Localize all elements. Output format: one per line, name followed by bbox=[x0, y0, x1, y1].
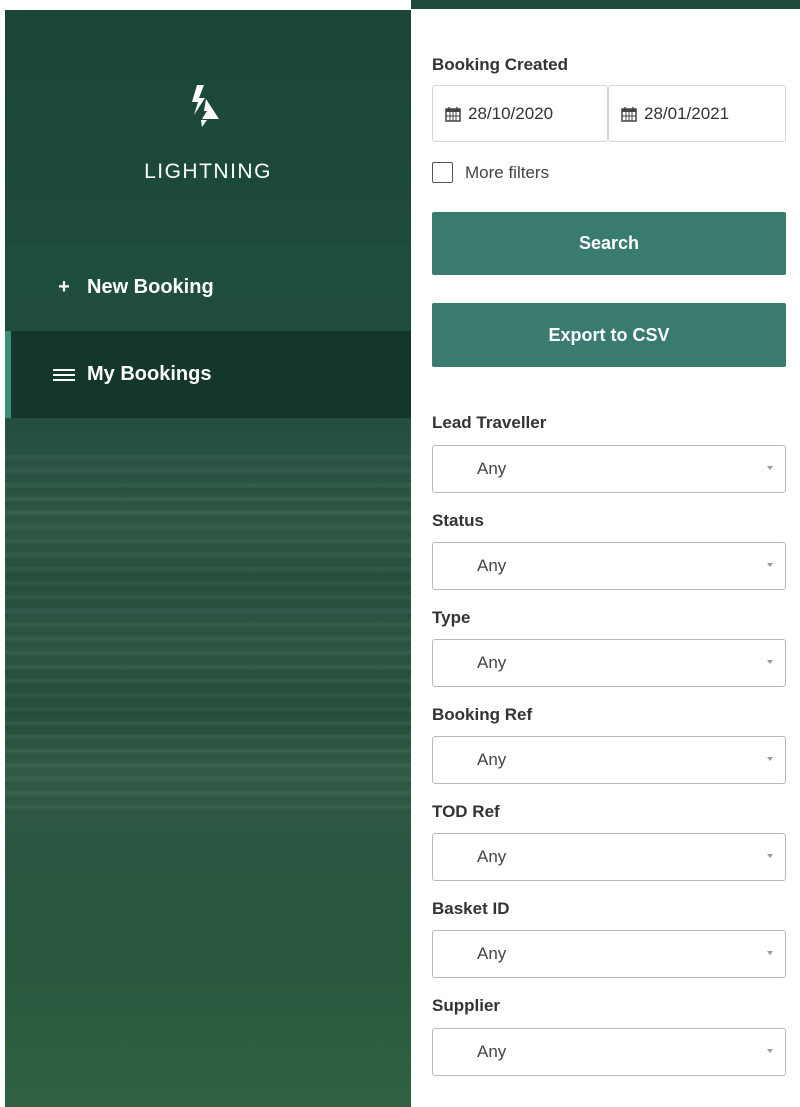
nav-my-bookings[interactable]: My Bookings bbox=[5, 331, 411, 418]
filter-panel: Booking Created 28/10/2020 28/01/2021 Mo… bbox=[411, 0, 800, 1107]
lightning-logo-icon bbox=[190, 85, 220, 127]
date-from-value: 28/10/2020 bbox=[468, 103, 554, 123]
list-icon bbox=[53, 368, 75, 382]
chevron-down-icon bbox=[767, 466, 773, 470]
basket-id-value: Any bbox=[477, 944, 507, 963]
booking-ref-label: Booking Ref bbox=[432, 705, 533, 724]
supplier-value: Any bbox=[477, 1042, 507, 1061]
top-border bbox=[411, 0, 800, 9]
type-value: Any bbox=[477, 653, 507, 672]
chevron-down-icon bbox=[767, 757, 773, 761]
nav-new-booking[interactable]: + New Booking bbox=[5, 244, 411, 331]
more-filters-row: More filters bbox=[432, 162, 549, 183]
date-from-input[interactable]: 28/10/2020 bbox=[432, 85, 608, 142]
more-filters-checkbox[interactable] bbox=[432, 162, 453, 183]
chevron-down-icon bbox=[767, 854, 773, 858]
chevron-down-icon bbox=[767, 951, 773, 955]
lead-traveller-select[interactable]: Any bbox=[432, 445, 786, 493]
tod-ref-select[interactable]: Any bbox=[432, 833, 786, 881]
status-select[interactable]: Any bbox=[432, 542, 786, 590]
basket-id-select[interactable]: Any bbox=[432, 930, 786, 978]
brand-name: LIGHTNING bbox=[144, 160, 272, 183]
export-csv-button[interactable]: Export to CSV bbox=[432, 303, 786, 367]
chevron-down-icon bbox=[767, 1049, 773, 1053]
more-filters-label: More filters bbox=[465, 162, 550, 182]
type-select[interactable]: Any bbox=[432, 639, 786, 687]
status-value: Any bbox=[477, 556, 507, 575]
lead-traveller-label: Lead Traveller bbox=[432, 413, 547, 432]
chevron-down-icon bbox=[767, 563, 773, 567]
tod-ref-value: Any bbox=[477, 847, 507, 866]
booking-created-label: Booking Created bbox=[432, 55, 569, 74]
date-to-value: 28/01/2021 bbox=[644, 103, 730, 123]
supplier-label: Supplier bbox=[432, 996, 501, 1015]
basket-id-label: Basket ID bbox=[432, 899, 510, 918]
date-to-input[interactable]: 28/01/2021 bbox=[608, 85, 786, 142]
supplier-select[interactable]: Any bbox=[432, 1028, 786, 1076]
plus-icon: + bbox=[58, 276, 70, 298]
logo-area: LIGHTNING bbox=[5, 10, 411, 244]
status-label: Status bbox=[432, 511, 484, 530]
sidebar: LIGHTNING + New Booking My Bookings bbox=[5, 10, 411, 1107]
chevron-down-icon bbox=[767, 660, 773, 664]
nav-my-bookings-label: My Bookings bbox=[87, 363, 212, 385]
calendar-icon bbox=[621, 106, 637, 122]
nav-new-booking-label: New Booking bbox=[87, 276, 214, 298]
booking-ref-select[interactable]: Any bbox=[432, 736, 786, 784]
booking-ref-value: Any bbox=[477, 750, 507, 769]
type-label: Type bbox=[432, 608, 471, 627]
tod-ref-label: TOD Ref bbox=[432, 802, 500, 821]
calendar-icon bbox=[445, 106, 461, 122]
search-button[interactable]: Search bbox=[432, 212, 786, 275]
lead-traveller-value: Any bbox=[477, 459, 507, 478]
